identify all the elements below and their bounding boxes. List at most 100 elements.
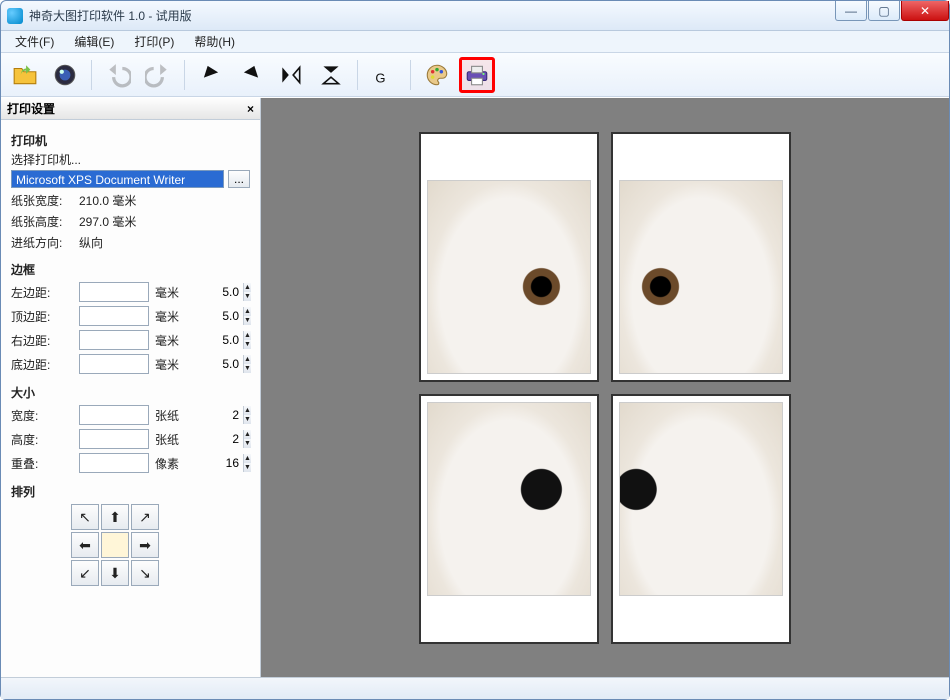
spin-down-icon[interactable]: ▼ — [244, 415, 251, 424]
app-window: 神奇大图打印软件 1.0 - 试用版 — ▢ ✕ 文件(F) 编辑(E) 打印(… — [0, 0, 950, 700]
toolbar-separator — [184, 60, 185, 90]
undo-button[interactable] — [100, 57, 136, 93]
printer-dropdown[interactable]: Microsoft XPS Document Writer — [11, 170, 224, 188]
page-image-tile — [427, 402, 591, 596]
paper-width-value: 210.0 毫米 — [79, 192, 136, 209]
toolbar: G — [1, 53, 949, 97]
overlap-label: 重叠: — [11, 455, 73, 472]
gamma-button[interactable]: G — [366, 57, 402, 93]
margin-left-input[interactable]: ▲▼ — [79, 282, 149, 302]
rotate-right-icon — [238, 62, 264, 88]
arrange-n-button[interactable]: ⬆ — [101, 504, 129, 530]
flip-horizontal-button[interactable] — [273, 57, 309, 93]
arrange-sw-button[interactable]: ↙ — [71, 560, 99, 586]
spin-up-icon[interactable]: ▲ — [244, 430, 251, 439]
camera-button[interactable] — [47, 57, 83, 93]
spin-down-icon[interactable]: ▼ — [244, 463, 251, 472]
size-section-title: 大小 — [11, 384, 250, 401]
printer-icon — [464, 62, 490, 88]
margin-top-input[interactable]: ▲▼ — [79, 306, 149, 326]
spin-down-icon[interactable]: ▼ — [244, 292, 251, 301]
toolbar-separator — [357, 60, 358, 90]
unit-label: 毫米 — [155, 284, 185, 301]
spin-up-icon[interactable]: ▲ — [244, 406, 251, 415]
minimize-button[interactable]: — — [835, 1, 867, 21]
arrange-section-title: 排列 — [11, 483, 250, 500]
arrange-center-button[interactable] — [101, 532, 129, 558]
spin-up-icon[interactable]: ▲ — [244, 355, 251, 364]
menu-print[interactable]: 打印(P) — [124, 31, 184, 52]
app-icon — [7, 8, 23, 24]
spin-up-icon[interactable]: ▲ — [244, 331, 251, 340]
close-button[interactable]: ✕ — [901, 1, 949, 21]
overlap-input[interactable]: ▲▼ — [79, 453, 149, 473]
window-title: 神奇大图打印软件 1.0 - 试用版 — [29, 7, 192, 24]
menu-file[interactable]: 文件(F) — [5, 31, 64, 52]
margin-right-label: 右边距: — [11, 332, 73, 349]
margin-right-input[interactable]: ▲▼ — [79, 330, 149, 350]
redo-icon — [145, 62, 171, 88]
arrange-ne-button[interactable]: ↗ — [131, 504, 159, 530]
menu-help[interactable]: 帮助(H) — [184, 31, 245, 52]
unit-label: 毫米 — [155, 356, 185, 373]
margin-top-label: 顶边距: — [11, 308, 73, 325]
flip-vertical-button[interactable] — [313, 57, 349, 93]
preview-page-1[interactable] — [419, 132, 599, 382]
arrange-se-button[interactable]: ↘ — [131, 560, 159, 586]
page-image-tile — [427, 180, 591, 374]
spin-down-icon[interactable]: ▼ — [244, 364, 251, 373]
menubar: 文件(F) 编辑(E) 打印(P) 帮助(H) — [1, 31, 949, 53]
spin-down-icon[interactable]: ▼ — [244, 439, 251, 448]
paper-width-label: 纸张宽度: — [11, 192, 73, 209]
palette-icon — [424, 62, 450, 88]
arrange-w-button[interactable]: ⬅ — [71, 532, 99, 558]
open-button[interactable] — [7, 57, 43, 93]
printer-section-title: 打印机 — [11, 132, 250, 149]
preview-page-3[interactable] — [419, 394, 599, 644]
select-printer-label: 选择打印机... — [11, 151, 250, 168]
panel-body: 打印机 选择打印机... Microsoft XPS Document Writ… — [1, 120, 260, 610]
width-sheets-input[interactable]: ▲▼ — [79, 405, 149, 425]
height-sheets-input[interactable]: ▲▼ — [79, 429, 149, 449]
toolbar-separator — [410, 60, 411, 90]
arrange-e-button[interactable]: ➡ — [131, 532, 159, 558]
panel-close-button[interactable]: × — [247, 102, 254, 116]
toolbar-separator — [91, 60, 92, 90]
arrange-s-button[interactable]: ⬇ — [101, 560, 129, 586]
maximize-button[interactable]: ▢ — [868, 1, 900, 21]
menu-edit[interactable]: 编辑(E) — [64, 31, 124, 52]
preview-page-2[interactable] — [611, 132, 791, 382]
preview-page-4[interactable] — [611, 394, 791, 644]
width-label: 宽度: — [11, 407, 73, 424]
page-image-tile — [619, 402, 783, 596]
margin-bottom-label: 底边距: — [11, 356, 73, 373]
print-button[interactable] — [459, 57, 495, 93]
client-area: 打印设置 × 打印机 选择打印机... Microsoft XPS Docume… — [1, 97, 949, 677]
spin-up-icon[interactable]: ▲ — [244, 307, 251, 316]
spin-up-icon[interactable]: ▲ — [244, 283, 251, 292]
printer-properties-button[interactable]: ... — [228, 170, 250, 188]
preview-canvas[interactable] — [261, 98, 949, 677]
page-margin — [427, 140, 591, 180]
arrange-nw-button[interactable]: ↖ — [71, 504, 99, 530]
spin-down-icon[interactable]: ▼ — [244, 340, 251, 349]
page-image-tile — [619, 180, 783, 374]
gamma-icon: G — [371, 62, 397, 88]
feed-direction-value: 纵向 — [79, 234, 103, 251]
rotate-left-button[interactable] — [193, 57, 229, 93]
unit-label: 像素 — [155, 455, 185, 472]
camera-icon — [52, 62, 78, 88]
flip-horizontal-icon — [278, 62, 304, 88]
rotate-right-button[interactable] — [233, 57, 269, 93]
titlebar[interactable]: 神奇大图打印软件 1.0 - 试用版 — ▢ ✕ — [1, 1, 949, 31]
unit-label: 毫米 — [155, 308, 185, 325]
margin-left-label: 左边距: — [11, 284, 73, 301]
margin-bottom-input[interactable]: ▲▼ — [79, 354, 149, 374]
redo-button[interactable] — [140, 57, 176, 93]
palette-button[interactable] — [419, 57, 455, 93]
spin-up-icon[interactable]: ▲ — [244, 454, 251, 463]
size-section: 大小 宽度: ▲▼ 张纸 高度: ▲▼ 张纸 重叠: ▲▼ 像素 — [11, 384, 250, 473]
open-folder-icon — [12, 62, 38, 88]
panel-header[interactable]: 打印设置 × — [1, 98, 260, 120]
spin-down-icon[interactable]: ▼ — [244, 316, 251, 325]
